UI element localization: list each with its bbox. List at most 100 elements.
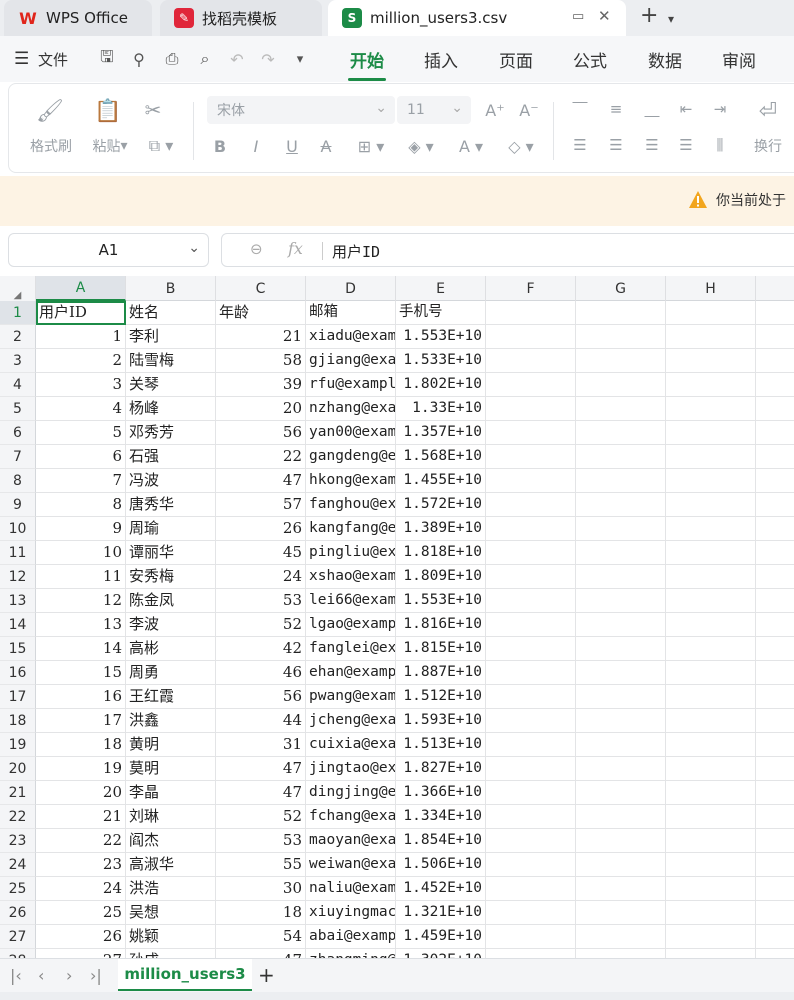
print-icon[interactable]: ⎙ xyxy=(161,48,183,70)
header-cell[interactable] xyxy=(666,301,756,325)
table-cell[interactable]: lgao@examp xyxy=(306,613,396,637)
table-cell[interactable]: ehan@examp xyxy=(306,661,396,685)
justify-icon[interactable]: ☰ xyxy=(675,134,697,156)
table-cell[interactable] xyxy=(486,469,576,493)
column-header-h[interactable]: H xyxy=(666,276,756,301)
table-cell[interactable]: 1.512E+10 xyxy=(396,685,486,709)
table-cell[interactable] xyxy=(486,445,576,469)
align-bottom-icon[interactable]: ⎽ xyxy=(641,98,663,120)
row-header[interactable]: 7 xyxy=(0,445,36,469)
table-cell[interactable]: 47 xyxy=(216,757,306,781)
row-header[interactable]: 14 xyxy=(0,613,36,637)
decrease-indent-icon[interactable]: ⇤ xyxy=(675,98,697,120)
strikethrough-icon[interactable]: A xyxy=(315,134,337,158)
table-cell[interactable] xyxy=(756,517,794,541)
table-cell[interactable] xyxy=(756,637,794,661)
table-cell[interactable]: 21 xyxy=(36,805,126,829)
table-cell[interactable] xyxy=(486,685,576,709)
clear-format-icon[interactable]: ◇ ▾ xyxy=(501,134,541,158)
table-cell[interactable]: 1.533E+10 xyxy=(396,349,486,373)
tab-window-icon[interactable]: ▭ xyxy=(572,9,584,24)
table-cell[interactable]: fanghou@ex xyxy=(306,493,396,517)
table-cell[interactable]: dingjing@e xyxy=(306,781,396,805)
table-cell[interactable]: 19 xyxy=(36,757,126,781)
table-cell[interactable]: xiadu@exam xyxy=(306,325,396,349)
table-cell[interactable]: naliu@exam xyxy=(306,877,396,901)
column-header-d[interactable]: D xyxy=(306,276,396,301)
table-cell[interactable] xyxy=(756,349,794,373)
table-cell[interactable] xyxy=(576,397,666,421)
table-cell[interactable] xyxy=(576,685,666,709)
table-cell[interactable]: 王红霞 xyxy=(126,685,216,709)
table-cell[interactable]: 安秀梅 xyxy=(126,565,216,589)
table-cell[interactable]: 24 xyxy=(216,565,306,589)
row-header[interactable]: 1 xyxy=(0,301,36,325)
table-cell[interactable] xyxy=(666,925,756,949)
row-header[interactable]: 15 xyxy=(0,637,36,661)
table-cell[interactable] xyxy=(486,853,576,877)
share-icon[interactable]: ⚲ xyxy=(128,48,150,70)
table-cell[interactable]: 邓秀芳 xyxy=(126,421,216,445)
table-cell[interactable]: 唐秀华 xyxy=(126,493,216,517)
decrease-font-icon[interactable]: A⁻ xyxy=(517,98,541,122)
table-cell[interactable]: 石强 xyxy=(126,445,216,469)
table-cell[interactable]: 姚颖 xyxy=(126,925,216,949)
row-header[interactable]: 5 xyxy=(0,397,36,421)
row-header[interactable]: 10 xyxy=(0,517,36,541)
table-cell[interactable] xyxy=(486,397,576,421)
table-cell[interactable]: 57 xyxy=(216,493,306,517)
table-cell[interactable]: 1.33E+10 xyxy=(396,397,486,421)
wrap-text-label[interactable]: 换行 xyxy=(747,136,789,156)
table-cell[interactable]: abai@examp xyxy=(306,925,396,949)
table-cell[interactable] xyxy=(666,709,756,733)
table-cell[interactable] xyxy=(576,493,666,517)
table-cell[interactable]: 1.809E+10 xyxy=(396,565,486,589)
table-cell[interactable]: fanglei@ex xyxy=(306,637,396,661)
align-right-icon[interactable]: ☰ xyxy=(641,134,663,156)
table-cell[interactable]: 周瑜 xyxy=(126,517,216,541)
table-cell[interactable]: jcheng@exa xyxy=(306,709,396,733)
table-cell[interactable]: 冯波 xyxy=(126,469,216,493)
table-cell[interactable]: 1.802E+10 xyxy=(396,373,486,397)
add-sheet-icon[interactable]: + xyxy=(258,963,275,987)
column-header-b[interactable]: B xyxy=(126,276,216,301)
table-cell[interactable]: 22 xyxy=(216,445,306,469)
table-cell[interactable]: xshao@exam xyxy=(306,565,396,589)
table-cell[interactable]: 李波 xyxy=(126,613,216,637)
table-cell[interactable] xyxy=(576,325,666,349)
table-cell[interactable] xyxy=(666,661,756,685)
table-cell[interactable] xyxy=(486,757,576,781)
close-tab-icon[interactable]: ✕ xyxy=(598,7,611,25)
table-cell[interactable] xyxy=(576,709,666,733)
table-cell[interactable]: 46 xyxy=(216,661,306,685)
table-cell[interactable]: 20 xyxy=(216,397,306,421)
table-cell[interactable]: 22 xyxy=(36,829,126,853)
table-cell[interactable]: 1.818E+10 xyxy=(396,541,486,565)
table-cell[interactable] xyxy=(576,901,666,925)
table-cell[interactable] xyxy=(666,805,756,829)
underline-icon[interactable]: U xyxy=(281,134,303,158)
table-cell[interactable]: 吴想 xyxy=(126,901,216,925)
table-cell[interactable]: 9 xyxy=(36,517,126,541)
zoom-icon[interactable]: ⊖ xyxy=(250,240,263,258)
table-cell[interactable]: 1.334E+10 xyxy=(396,805,486,829)
table-cell[interactable] xyxy=(756,901,794,925)
table-cell[interactable]: kangfang@e xyxy=(306,517,396,541)
cut-icon[interactable]: ✂ xyxy=(139,96,167,124)
row-header[interactable]: 12 xyxy=(0,565,36,589)
table-cell[interactable]: xiuyingmac xyxy=(306,901,396,925)
table-cell[interactable]: 1.816E+10 xyxy=(396,613,486,637)
table-cell[interactable] xyxy=(576,541,666,565)
table-cell[interactable]: 陈金凤 xyxy=(126,589,216,613)
table-cell[interactable] xyxy=(576,733,666,757)
table-cell[interactable]: 56 xyxy=(216,421,306,445)
table-cell[interactable]: 谭丽华 xyxy=(126,541,216,565)
table-cell[interactable] xyxy=(576,781,666,805)
name-box[interactable]: A1 ⌄ xyxy=(8,233,209,267)
table-cell[interactable] xyxy=(666,829,756,853)
table-cell[interactable]: 53 xyxy=(216,589,306,613)
row-header[interactable]: 20 xyxy=(0,757,36,781)
table-cell[interactable] xyxy=(486,541,576,565)
copy-icon[interactable]: ⧉ ▾ xyxy=(141,134,181,158)
table-cell[interactable]: 39 xyxy=(216,373,306,397)
